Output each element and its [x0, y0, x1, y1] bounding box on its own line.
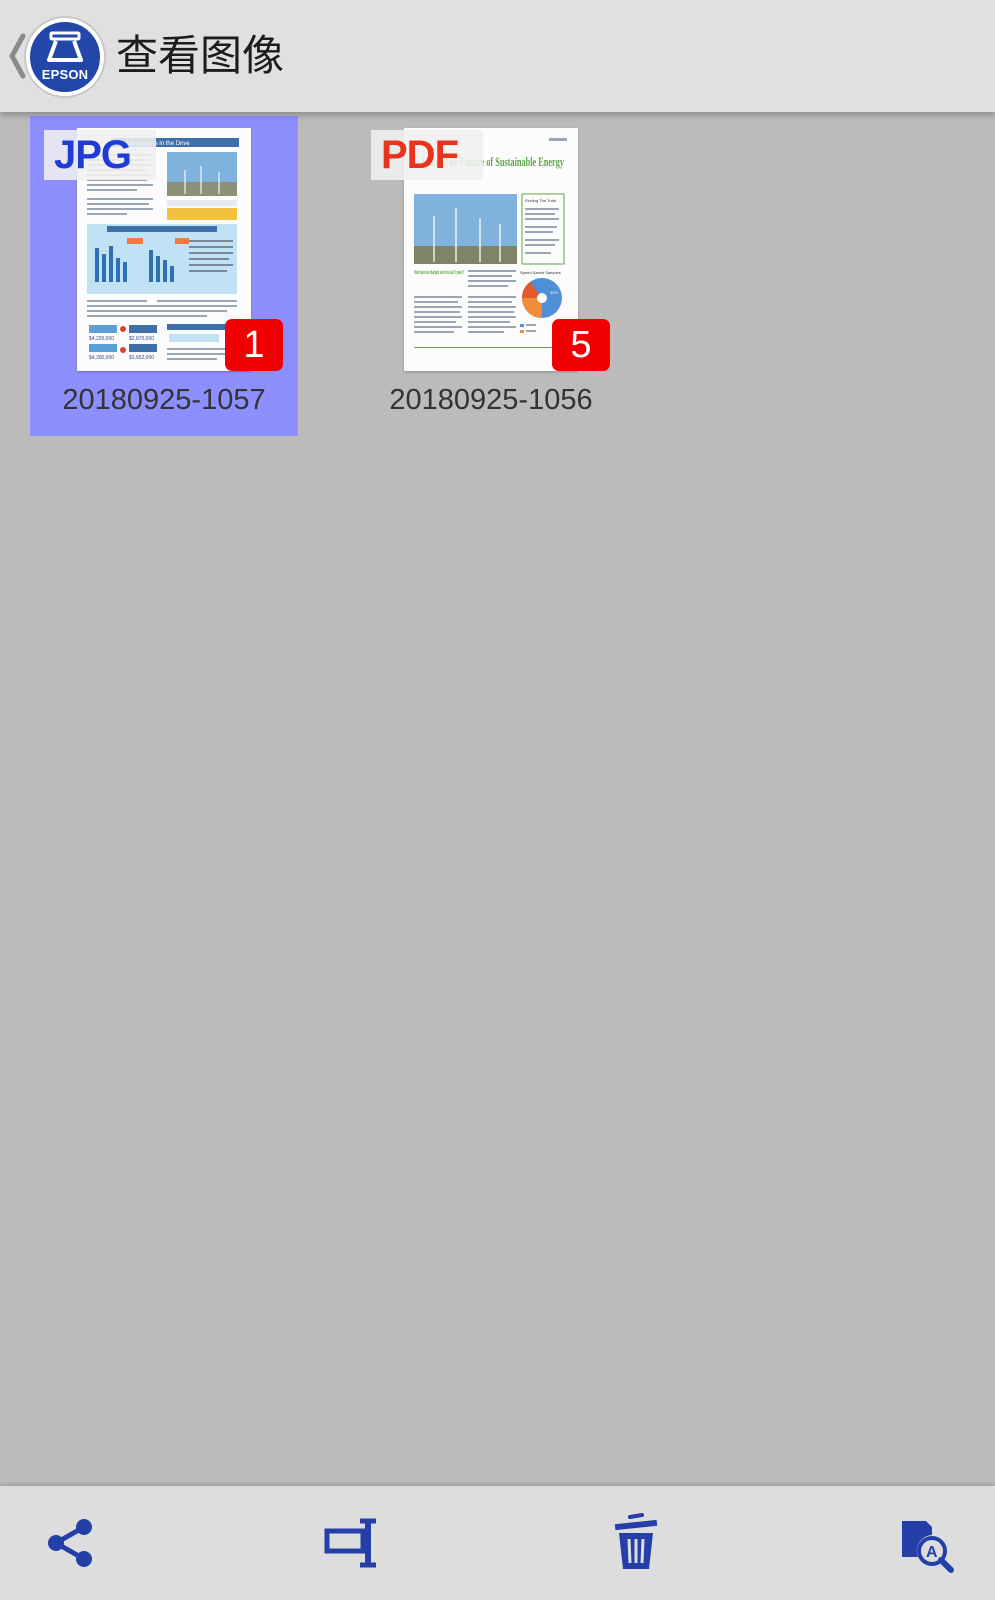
app-bar: EPSON 查看图像: [0, 0, 995, 112]
svg-text:A: A: [926, 1544, 938, 1561]
delete-icon: [614, 1513, 658, 1569]
page-count-badge: 5: [552, 319, 610, 371]
image-search-button[interactable]: A: [894, 1511, 958, 1575]
rename-button[interactable]: [322, 1511, 386, 1575]
preview-side-title: Finding The Truth: [525, 198, 556, 203]
file-name: 20180925-1057: [62, 384, 266, 416]
preview-value: $4,300,000: [89, 355, 114, 361]
epson-logo[interactable]: EPSON: [26, 18, 104, 96]
page-title: 查看图像: [116, 31, 285, 80]
rename-icon: [324, 1518, 376, 1568]
preview-value: $3,652,000: [129, 355, 154, 361]
logo-wordmark: EPSON: [41, 67, 89, 82]
page-count-badge: 1: [225, 319, 283, 371]
preview-value: $2,870,000: [129, 336, 154, 342]
preview-chart-title: Speed Saved Samples: [520, 270, 561, 275]
share-button[interactable]: [38, 1511, 102, 1575]
preview-pct: 32%: [550, 290, 558, 295]
preview-value: $4,220,000: [89, 336, 114, 342]
file-type-badge: JPG: [44, 130, 156, 180]
file-name: 20180925-1056: [389, 384, 593, 416]
preview-heading: How have we changed over the last 5 year…: [414, 270, 464, 276]
file-tile[interactable]: Global Leaders in the Drive: [30, 116, 298, 436]
file-type-badge: PDF: [371, 130, 483, 180]
image-search-icon: A: [902, 1521, 954, 1573]
chevron-left-icon[interactable]: [6, 30, 28, 82]
share-icon: [48, 1519, 92, 1567]
delete-button[interactable]: [604, 1511, 668, 1575]
file-tile[interactable]: Using The Future of Sustainable Energy F…: [357, 116, 625, 436]
bottom-toolbar: A: [0, 1486, 995, 1600]
file-grid: Global Leaders in the Drive: [30, 116, 970, 1416]
